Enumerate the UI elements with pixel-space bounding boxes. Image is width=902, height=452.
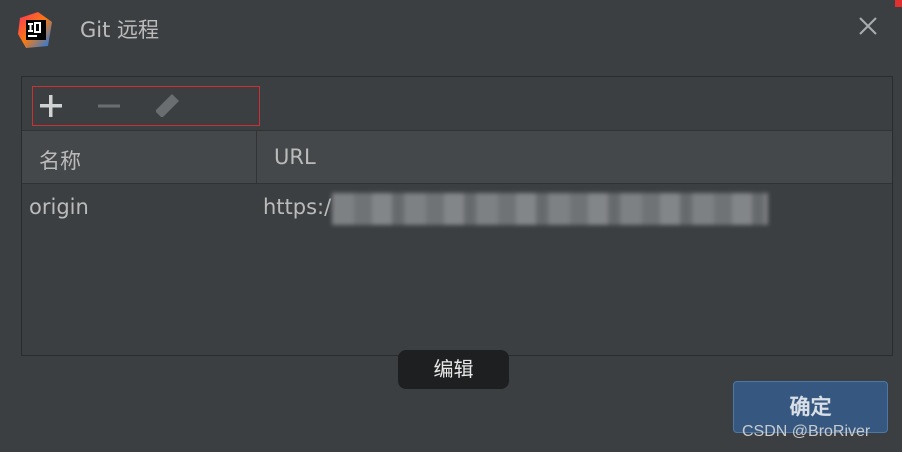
intellij-app-icon (18, 12, 54, 48)
column-divider[interactable] (256, 131, 257, 183)
window-corner-mark (895, 0, 902, 7)
close-button[interactable] (852, 10, 884, 42)
minus-icon (98, 104, 120, 108)
remote-name-cell: origin (29, 195, 89, 219)
pencil-icon (156, 94, 179, 117)
column-header-name[interactable]: 名称 (39, 145, 81, 175)
table-header: 名称 URL (22, 130, 892, 184)
plus-icon (40, 95, 62, 117)
watermark-text: CSDN @BroRiver (742, 423, 871, 440)
table-toolbar (22, 77, 892, 130)
edit-tooltip: 编辑 (398, 350, 509, 389)
close-icon (859, 17, 877, 35)
remotes-table-panel: 名称 URL origin https:/ (21, 76, 893, 356)
add-remote-button[interactable] (34, 89, 68, 123)
remove-remote-button[interactable] (92, 89, 126, 123)
url-redaction-blur (332, 193, 768, 225)
edit-remote-button[interactable] (150, 89, 184, 123)
remote-url-cell: https:/ (263, 195, 332, 219)
table-row[interactable]: origin https:/ (22, 185, 892, 233)
column-header-url[interactable]: URL (274, 145, 316, 169)
title-bar: Git 远程 (0, 0, 902, 60)
git-remotes-dialog: Git 远程 名称 URL origin https:/ 编辑 确定 CSDN … (0, 0, 902, 452)
dialog-title: Git 远程 (80, 18, 160, 42)
